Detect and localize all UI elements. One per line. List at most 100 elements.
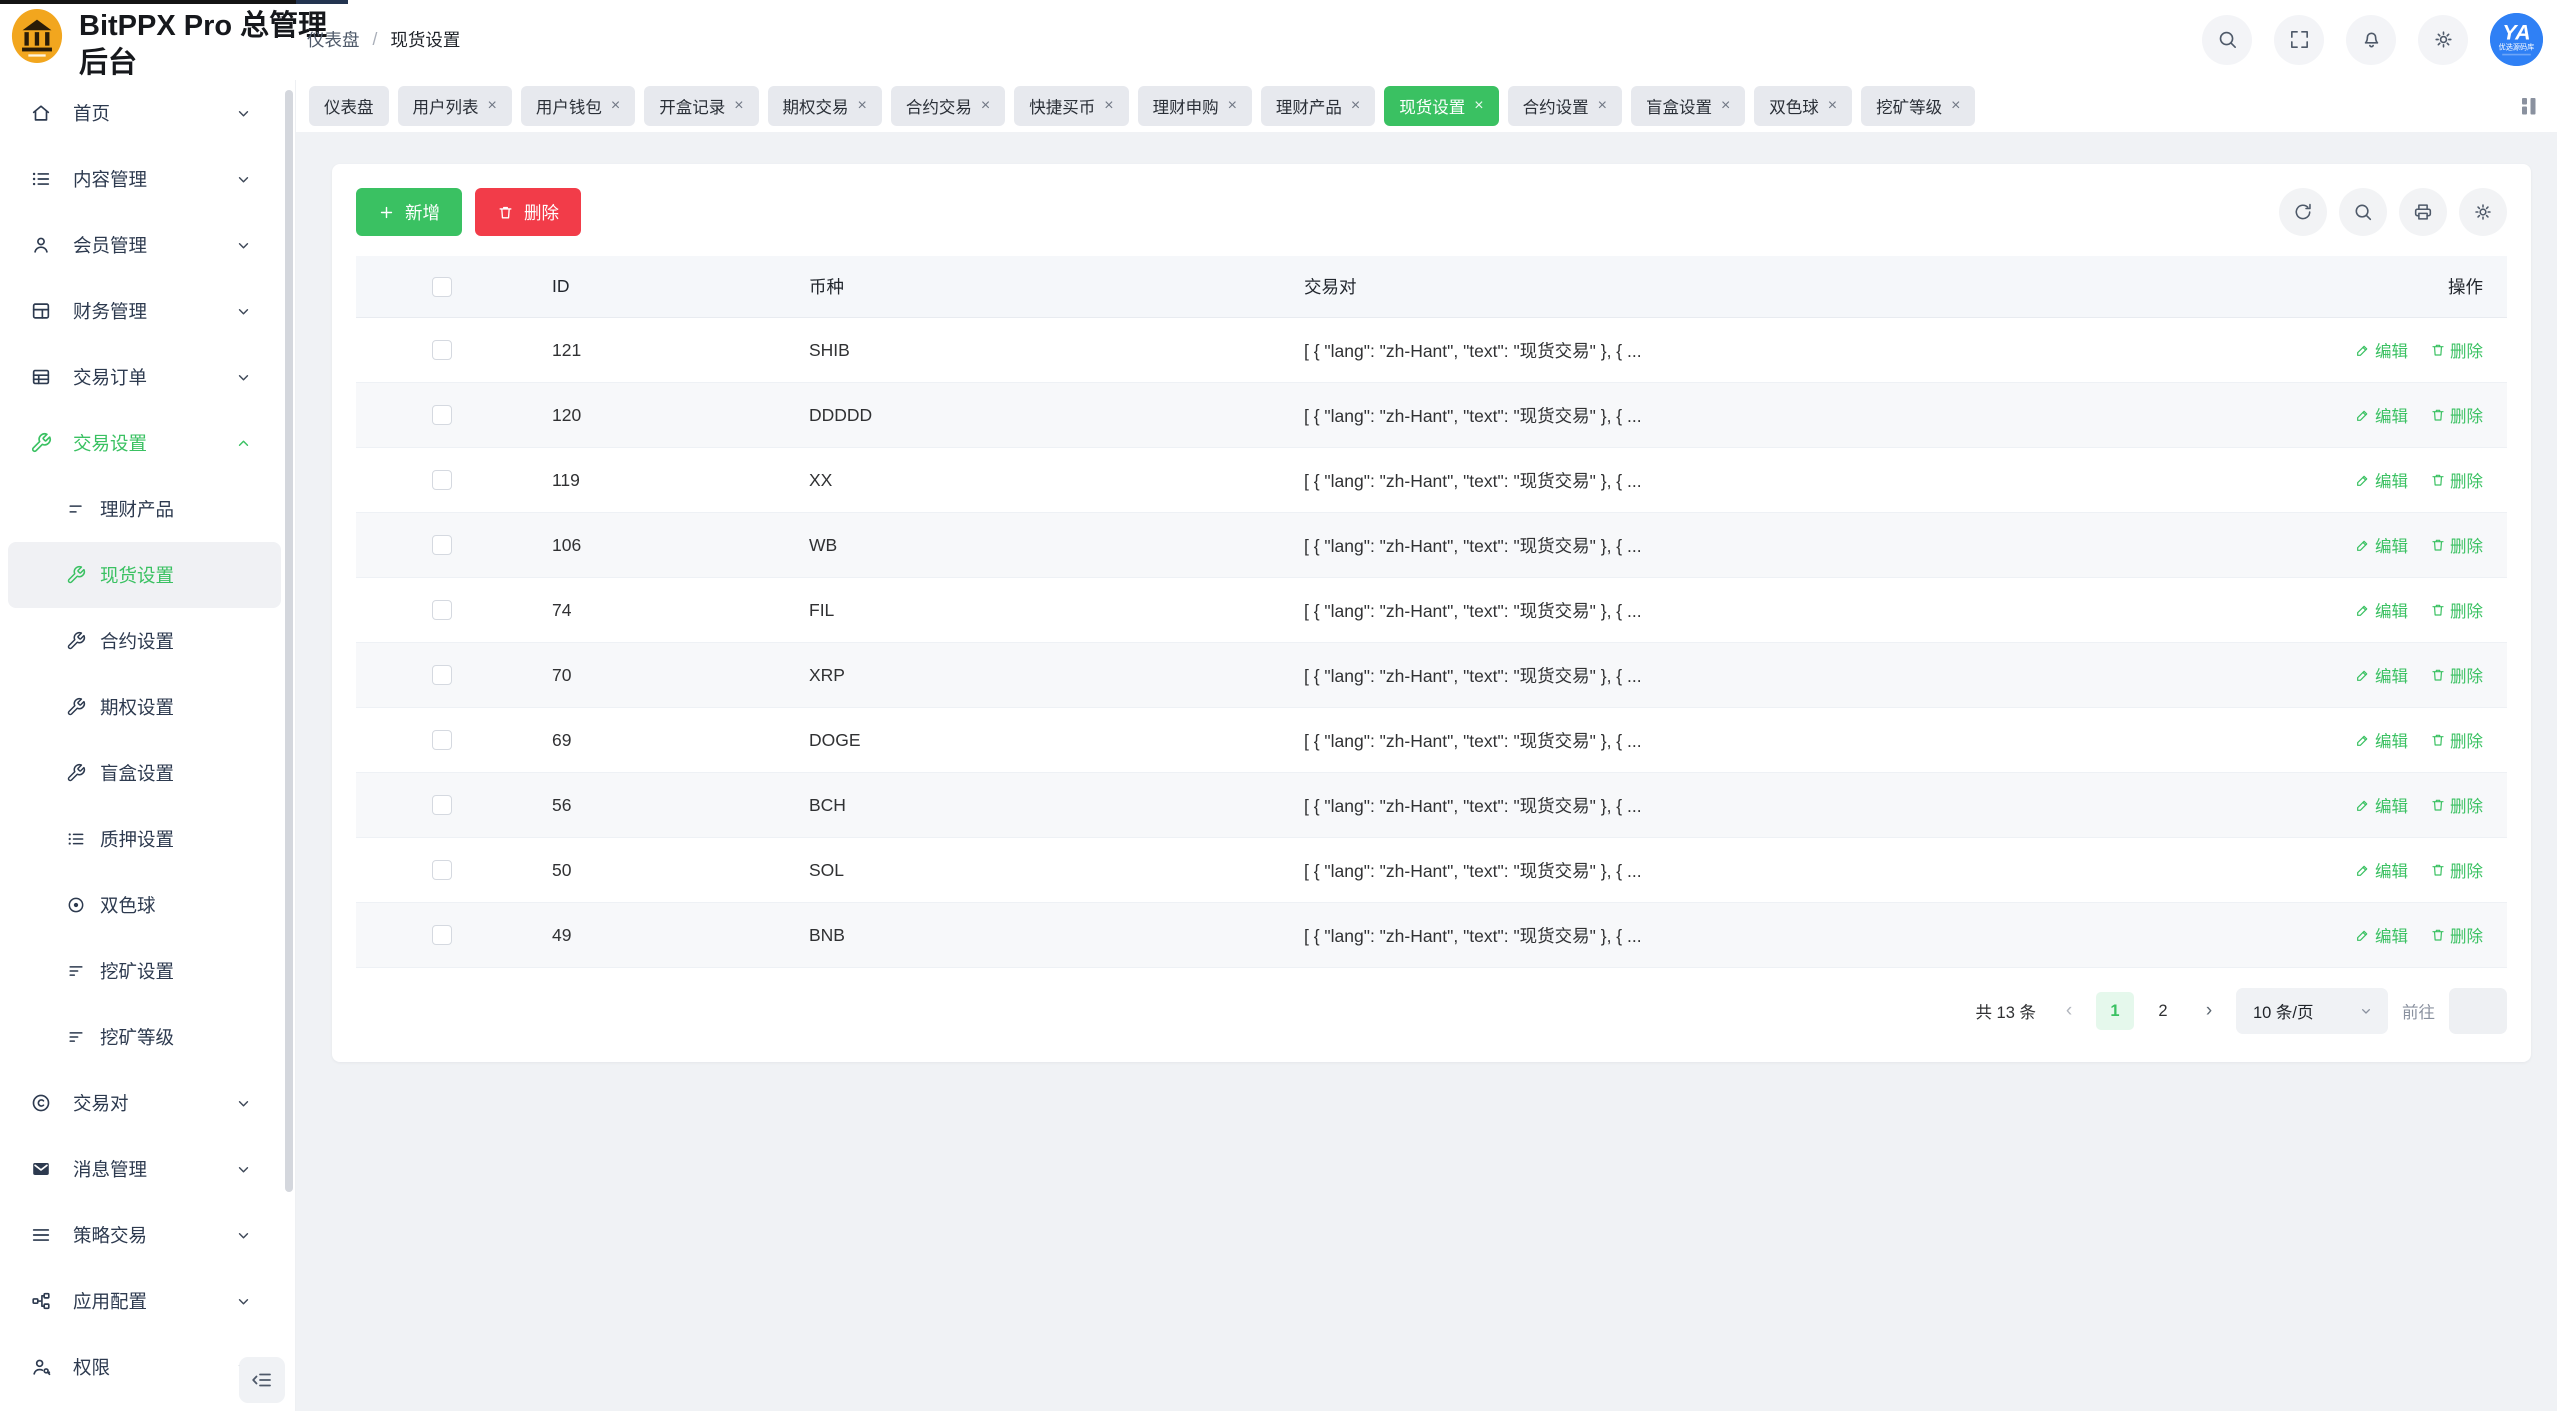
- tab-close-icon[interactable]: ×: [981, 98, 990, 114]
- cell-actions: 编辑删除: [2247, 663, 2507, 688]
- delete-link[interactable]: 删除: [2430, 533, 2483, 557]
- row-checkbox[interactable]: [432, 405, 452, 425]
- select-all-checkbox[interactable]: [432, 277, 452, 297]
- fullscreen-button[interactable]: [2274, 15, 2324, 65]
- delete-link[interactable]: 删除: [2430, 858, 2483, 882]
- tab-wealth-products[interactable]: 理财产品×: [1261, 86, 1375, 126]
- row-checkbox[interactable]: [432, 925, 452, 945]
- tab-close-icon[interactable]: ×: [1951, 98, 1960, 114]
- user-avatar[interactable]: YA 优选源码库: [2490, 13, 2543, 66]
- sidebar-item-trading-pairs[interactable]: 交易对: [0, 1070, 295, 1136]
- tab-double-color-ball[interactable]: 双色球×: [1754, 86, 1852, 126]
- sidebar-subitem-double-color-ball[interactable]: 双色球: [0, 872, 273, 938]
- delete-button[interactable]: 删除: [475, 188, 581, 236]
- sidebar-subitem-spot-settings[interactable]: 现货设置: [8, 542, 281, 608]
- tab-user-wallet[interactable]: 用户钱包×: [521, 86, 635, 126]
- pagination-prev-button[interactable]: ‹: [2056, 1000, 2082, 1022]
- row-checkbox[interactable]: [432, 340, 452, 360]
- sidebar-collapse-button[interactable]: [239, 1357, 285, 1403]
- sidebar-scrollbar[interactable]: [285, 90, 293, 1192]
- sidebar-item-finance-management[interactable]: 财务管理: [0, 278, 295, 344]
- tab-dashboard[interactable]: 仪表盘: [309, 86, 389, 126]
- tab-close-icon[interactable]: ×: [488, 98, 497, 114]
- pagination-next-button[interactable]: ›: [2196, 1000, 2222, 1022]
- tab-close-icon[interactable]: ×: [1351, 98, 1360, 114]
- row-checkbox[interactable]: [432, 665, 452, 685]
- tab-options-trade[interactable]: 期权交易×: [768, 86, 882, 126]
- edit-link[interactable]: 编辑: [2355, 728, 2408, 752]
- sidebar-item-trade-settings[interactable]: 交易设置: [0, 410, 295, 476]
- edit-link[interactable]: 编辑: [2355, 533, 2408, 557]
- delete-link[interactable]: 删除: [2430, 468, 2483, 492]
- tab-close-icon[interactable]: ×: [858, 98, 867, 114]
- tab-close-icon[interactable]: ×: [734, 98, 743, 114]
- sidebar-subitem-mining-settings[interactable]: 挖矿设置: [0, 938, 273, 1004]
- edit-link[interactable]: 编辑: [2355, 403, 2408, 427]
- edit-link[interactable]: 编辑: [2355, 338, 2408, 362]
- tab-close-icon[interactable]: ×: [1598, 98, 1607, 114]
- tab-close-icon[interactable]: ×: [1828, 98, 1837, 114]
- tab-quick-buy[interactable]: 快捷买币×: [1014, 86, 1128, 126]
- tab-blindbox-settings[interactable]: 盲盒设置×: [1631, 86, 1745, 126]
- tab-unbox-records[interactable]: 开盒记录×: [644, 86, 758, 126]
- tab-user-list[interactable]: 用户列表×: [398, 86, 512, 126]
- sidebar-subitem-staking-settings[interactable]: 质押设置: [0, 806, 273, 872]
- tab-mining-levels[interactable]: 挖矿等级×: [1861, 86, 1975, 126]
- add-button[interactable]: 新增: [356, 188, 462, 236]
- goto-page-input[interactable]: [2449, 988, 2507, 1034]
- refresh-button[interactable]: [2279, 188, 2327, 236]
- page-size-select[interactable]: 10 条/页: [2236, 988, 2388, 1034]
- tab-layout-icon[interactable]: [2517, 94, 2541, 118]
- sidebar-subitem-options-settings[interactable]: 期权设置: [0, 674, 273, 740]
- row-checkbox[interactable]: [432, 470, 452, 490]
- tab-close-icon[interactable]: ×: [1228, 98, 1237, 114]
- sidebar-item-member-management[interactable]: 会员管理: [0, 212, 295, 278]
- tab-wealth-subscribe[interactable]: 理财申购×: [1138, 86, 1252, 126]
- delete-link[interactable]: 删除: [2430, 663, 2483, 687]
- table-settings-button[interactable]: [2459, 188, 2507, 236]
- edit-link[interactable]: 编辑: [2355, 468, 2408, 492]
- tab-contract-settings[interactable]: 合约设置×: [1508, 86, 1622, 126]
- tab-contract-trade[interactable]: 合约交易×: [891, 86, 1005, 126]
- pagination-page-1[interactable]: 1: [2096, 992, 2134, 1030]
- sidebar-item-strategy-trading[interactable]: 策略交易: [0, 1202, 295, 1268]
- settings-button[interactable]: [2418, 15, 2468, 65]
- delete-link[interactable]: 删除: [2430, 923, 2483, 947]
- tab-close-icon[interactable]: ×: [611, 98, 620, 114]
- sidebar-subitem-blindbox-settings[interactable]: 盲盒设置: [0, 740, 273, 806]
- tab-close-icon[interactable]: ×: [1721, 98, 1730, 114]
- row-checkbox[interactable]: [432, 535, 452, 555]
- print-button[interactable]: [2399, 188, 2447, 236]
- edit-link[interactable]: 编辑: [2355, 858, 2408, 882]
- row-checkbox[interactable]: [432, 795, 452, 815]
- search-button[interactable]: [2202, 15, 2252, 65]
- delete-link[interactable]: 删除: [2430, 728, 2483, 752]
- sidebar-item-content-management[interactable]: 内容管理: [0, 146, 295, 212]
- breadcrumb-item-dashboard[interactable]: 仪表盘: [307, 27, 360, 52]
- tab-spot-settings[interactable]: 现货设置×: [1384, 86, 1498, 126]
- delete-link[interactable]: 删除: [2430, 403, 2483, 427]
- sidebar-item-trade-orders[interactable]: 交易订单: [0, 344, 295, 410]
- row-checkbox[interactable]: [432, 860, 452, 880]
- sidebar-subitem-wealth-products[interactable]: 理财产品: [0, 476, 273, 542]
- table-search-button[interactable]: [2339, 188, 2387, 236]
- tab-close-icon[interactable]: ×: [1474, 98, 1483, 114]
- edit-link[interactable]: 编辑: [2355, 598, 2408, 622]
- cell-id: 120: [528, 405, 785, 426]
- delete-link[interactable]: 删除: [2430, 338, 2483, 362]
- notifications-button[interactable]: [2346, 15, 2396, 65]
- sidebar-item-app-config[interactable]: 应用配置: [0, 1268, 295, 1334]
- sidebar-subitem-contract-settings[interactable]: 合约设置: [0, 608, 273, 674]
- sidebar-item-message-management[interactable]: 消息管理: [0, 1136, 295, 1202]
- row-checkbox[interactable]: [432, 600, 452, 620]
- edit-link[interactable]: 编辑: [2355, 793, 2408, 817]
- edit-link[interactable]: 编辑: [2355, 923, 2408, 947]
- tab-close-icon[interactable]: ×: [1104, 98, 1113, 114]
- pagination-page-2[interactable]: 2: [2144, 992, 2182, 1030]
- edit-link[interactable]: 编辑: [2355, 663, 2408, 687]
- delete-link[interactable]: 删除: [2430, 793, 2483, 817]
- sidebar-item-home[interactable]: 首页: [0, 80, 295, 146]
- row-checkbox[interactable]: [432, 730, 452, 750]
- delete-link[interactable]: 删除: [2430, 598, 2483, 622]
- sidebar-subitem-mining-levels[interactable]: 挖矿等级: [0, 1004, 273, 1070]
